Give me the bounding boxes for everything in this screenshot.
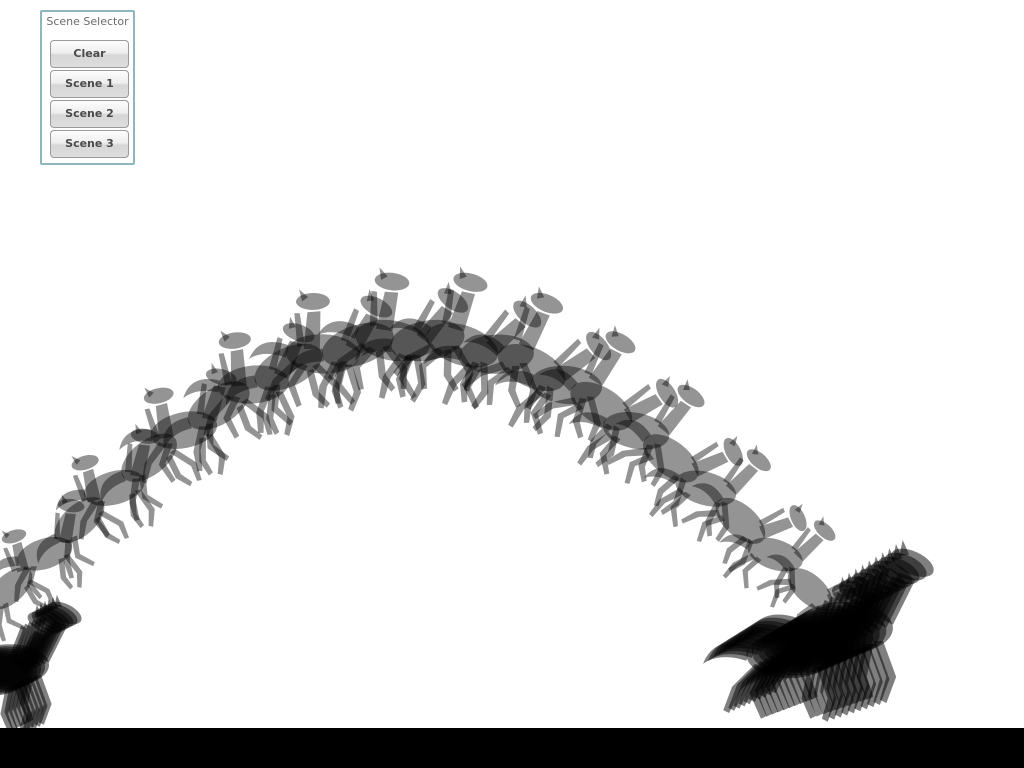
scene-3-button[interactable]: Scene 3 (50, 130, 129, 158)
clear-button[interactable]: Clear (50, 40, 129, 68)
animation-canvas (0, 258, 938, 728)
scene-selector-panel: Scene Selector Clear Scene 1 Scene 2 Sce… (40, 10, 135, 165)
scene-1-button[interactable]: Scene 1 (50, 70, 129, 98)
panel-title: Scene Selector (46, 15, 129, 28)
horse-silhouette-frames (0, 258, 938, 728)
scene-2-button[interactable]: Scene 2 (50, 100, 129, 128)
bottom-bar (0, 728, 1024, 768)
scene-viewport: Scene Selector Clear Scene 1 Scene 2 Sce… (0, 0, 1024, 768)
